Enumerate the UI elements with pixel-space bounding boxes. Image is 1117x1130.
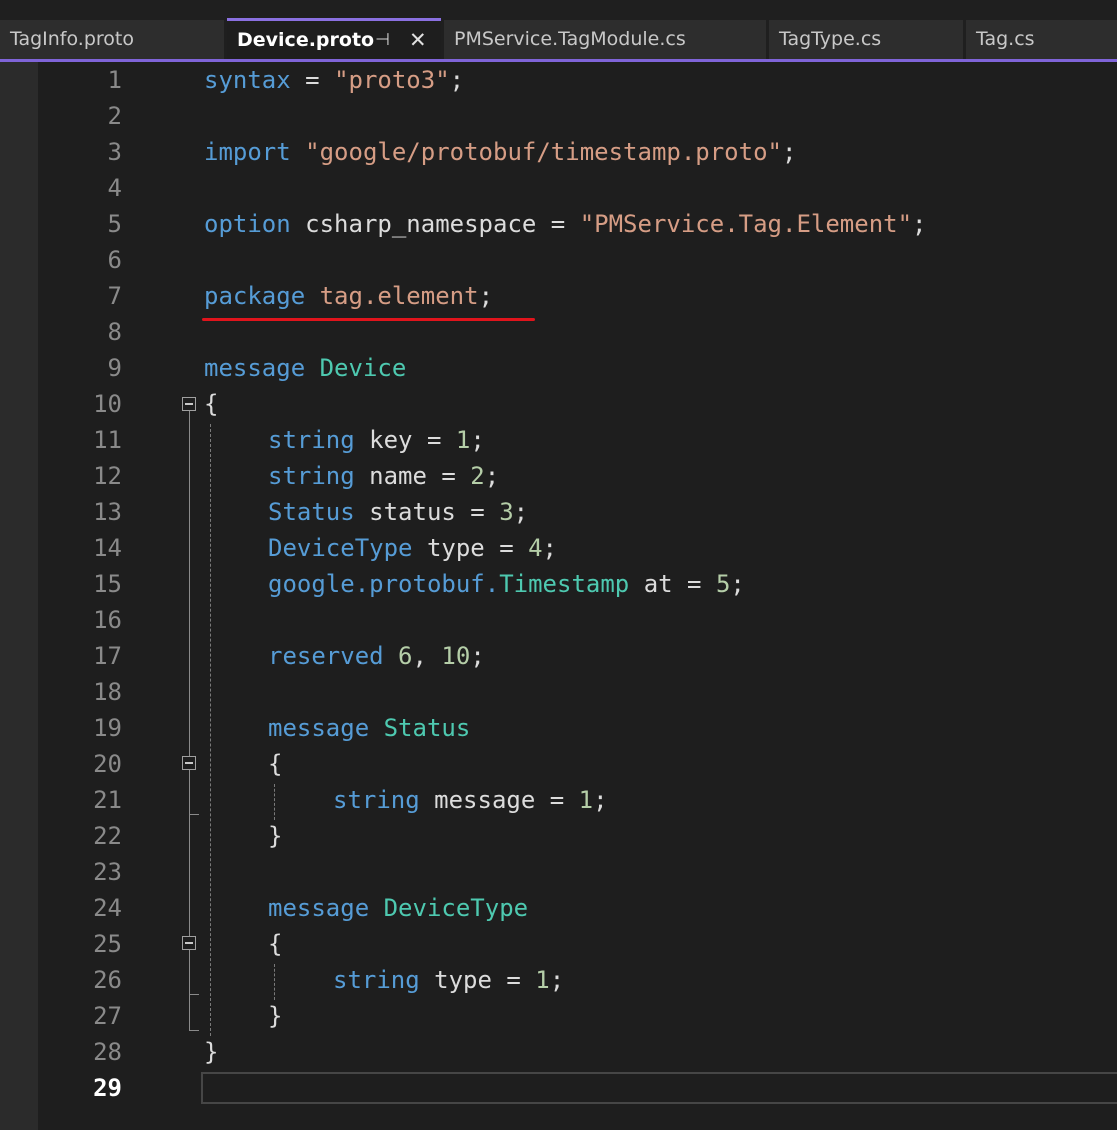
line-number: 8 <box>107 318 122 346</box>
line-number: 1 <box>107 66 122 94</box>
keyword: option <box>204 210 291 238</box>
string-literal: "google/protobuf/timestamp.proto" <box>305 138 782 166</box>
tab-tag-cs[interactable]: Tag.cs <box>966 20 1117 59</box>
code-line-7: package tag.element; <box>204 282 494 310</box>
line-number: 22 <box>93 822 122 850</box>
code-line-11: string key = 1; <box>268 426 485 454</box>
document-tab-bar: TagInfo.proto Device.proto ⊣ ✕ PMService… <box>0 0 1117 62</box>
line-number: 9 <box>107 354 122 382</box>
line-number: 20 <box>93 750 122 778</box>
collapse-icon[interactable] <box>182 397 196 411</box>
fold-region-end <box>189 814 199 815</box>
line-number: 24 <box>93 894 122 922</box>
line-number: 23 <box>93 858 122 886</box>
line-number: 11 <box>93 426 122 454</box>
tab-tagtype-cs[interactable]: TagType.cs <box>769 20 963 59</box>
line-number: 14 <box>93 534 122 562</box>
line-number: 2 <box>107 102 122 130</box>
code-line-20: { <box>268 750 283 778</box>
collapse-icon[interactable] <box>182 756 196 770</box>
line-number: 16 <box>93 606 122 634</box>
code-line-24: message DeviceType <box>268 894 529 922</box>
code-line-28: } <box>204 1038 219 1066</box>
code-line-21: string message = 1; <box>333 786 608 814</box>
indent-guide <box>274 784 275 820</box>
line-number: 5 <box>107 210 122 238</box>
code-line-10: { <box>204 390 219 418</box>
line-number: 12 <box>93 462 122 490</box>
indicator-margin <box>0 62 38 1130</box>
fold-region-end <box>189 994 199 995</box>
code-line-1: syntax = "proto3"; <box>204 66 465 94</box>
code-line-3: import "google/protobuf/timestamp.proto"… <box>204 138 797 166</box>
code-line-26: string type = 1; <box>333 966 565 994</box>
tab-label: PMService.TagModule.cs <box>454 28 686 50</box>
line-number: 28 <box>93 1038 122 1066</box>
line-number: 26 <box>93 966 122 994</box>
keyword: import <box>204 138 291 166</box>
pin-icon[interactable]: ⊣ <box>375 21 390 59</box>
tab-label: Device.proto <box>237 29 375 51</box>
package-name: tag.element <box>319 282 479 310</box>
red-underline-annotation <box>202 318 535 321</box>
code-line-12: string name = 2; <box>268 462 500 490</box>
line-number: 13 <box>93 498 122 526</box>
code-editor[interactable]: 1 2 3 4 5 6 7 8 9 10 11 12 13 14 15 16 1… <box>0 62 1117 1130</box>
code-line-27: } <box>268 1002 283 1030</box>
tab-label: TagInfo.proto <box>10 28 134 50</box>
line-number: 19 <box>93 714 122 742</box>
line-number: 6 <box>107 246 122 274</box>
tab-label: Tag.cs <box>976 28 1035 50</box>
tab-pmservice-tagmodule-cs[interactable]: PMService.TagModule.cs <box>444 20 766 59</box>
string-literal: "PMService.Tag.Element" <box>579 210 913 238</box>
code-line-9: message Device <box>204 350 406 386</box>
collapse-icon[interactable] <box>182 936 196 950</box>
code-line-17: reserved 6, 10; <box>268 642 485 670</box>
fold-region-end <box>189 1030 199 1031</box>
line-number: 7 <box>107 282 122 310</box>
line-number: 3 <box>107 138 122 166</box>
line-number: 18 <box>93 678 122 706</box>
keyword: package <box>204 282 306 310</box>
close-icon[interactable]: ✕ <box>409 21 427 59</box>
tab-taginfo-proto[interactable]: TagInfo.proto <box>0 20 224 59</box>
line-number: 25 <box>93 930 122 958</box>
code-line-19: message Status <box>268 714 471 742</box>
code-line-25: { <box>268 930 283 958</box>
code-line-13: Status status = 3; <box>268 498 529 526</box>
tab-device-proto[interactable]: Device.proto ⊣ ✕ <box>227 18 441 59</box>
indent-guide <box>210 424 211 1036</box>
current-line-number: 29 <box>93 1074 122 1102</box>
keyword: syntax <box>204 66 291 94</box>
code-line-15: google.protobuf.Timestamp at = 5; <box>268 570 745 598</box>
line-number: 4 <box>107 174 122 202</box>
line-number: 17 <box>93 642 122 670</box>
type-name: Device <box>319 354 407 382</box>
line-number: 15 <box>93 570 122 598</box>
line-number: 21 <box>93 786 122 814</box>
indent-guide <box>274 964 275 1000</box>
code-line-14: DeviceType type = 4; <box>268 534 557 562</box>
line-number: 27 <box>93 1002 122 1030</box>
code-line-5: option csharp_namespace = "PMService.Tag… <box>204 210 927 238</box>
line-number: 10 <box>93 390 122 418</box>
current-line-highlight[interactable] <box>201 1072 1117 1104</box>
tab-label: TagType.cs <box>779 28 882 50</box>
string-literal: "proto3" <box>334 66 450 94</box>
keyword: message <box>204 354 306 382</box>
code-line-22: } <box>268 822 283 850</box>
